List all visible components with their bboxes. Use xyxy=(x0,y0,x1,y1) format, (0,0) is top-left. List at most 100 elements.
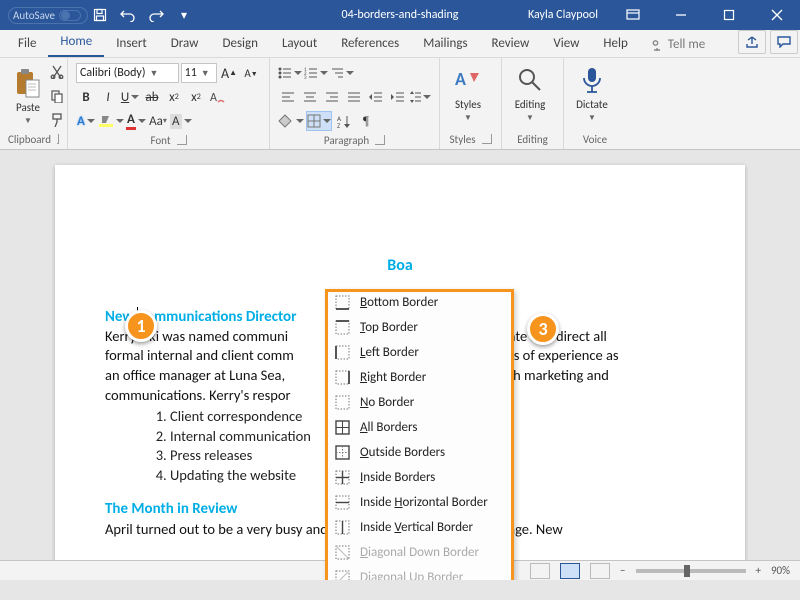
menu-item-no[interactable]: No Border xyxy=(326,390,513,415)
view-read-icon[interactable] xyxy=(530,563,550,579)
editing-button[interactable]: Editing▼ xyxy=(510,62,550,125)
zoom-out-icon[interactable]: − xyxy=(620,564,625,577)
view-web-icon[interactable] xyxy=(590,563,610,579)
numbering-icon[interactable]: 123 xyxy=(304,63,328,83)
zoom-level[interactable]: 90% xyxy=(771,564,790,577)
tab-file[interactable]: File xyxy=(6,31,48,57)
undo-icon[interactable] xyxy=(119,6,137,24)
border-icon-inside xyxy=(334,470,350,486)
comments-button[interactable] xyxy=(770,30,798,54)
align-right-icon[interactable] xyxy=(322,87,342,107)
styles-launcher-icon[interactable] xyxy=(482,134,492,144)
view-print-icon[interactable] xyxy=(560,563,580,579)
tab-home[interactable]: Home xyxy=(48,29,104,57)
borders-button[interactable] xyxy=(306,111,332,131)
tell-me-search[interactable]: Tell me xyxy=(640,32,715,57)
italic-icon[interactable]: I xyxy=(98,87,118,107)
line-spacing-icon[interactable] xyxy=(410,87,431,107)
font-size-select[interactable]: 11▼ xyxy=(181,63,217,83)
menu-item-bottom[interactable]: Bottom Border xyxy=(326,290,513,315)
zoom-slider[interactable] xyxy=(636,569,746,573)
border-icon-dup xyxy=(334,570,350,581)
dictate-button[interactable]: Dictate▼ xyxy=(572,62,612,125)
redo-icon[interactable] xyxy=(147,6,165,24)
justify-icon[interactable] xyxy=(344,87,364,107)
group-font: Calibri (Body)▼ 11▼ A▲ A▼ B I U ab x2 x2… xyxy=(68,58,270,149)
multilevel-list-icon[interactable] xyxy=(330,63,354,83)
show-marks-icon[interactable]: ¶ xyxy=(356,111,376,131)
align-left-icon[interactable] xyxy=(278,87,298,107)
menu-item-inside[interactable]: Inside Borders xyxy=(326,465,513,490)
tab-layout[interactable]: Layout xyxy=(270,31,329,57)
menu-item-top[interactable]: Top Border xyxy=(326,315,513,340)
zoom-in-icon[interactable]: + xyxy=(756,564,761,577)
callout-1: 1 xyxy=(125,310,157,342)
menu-item-right[interactable]: Right Border xyxy=(326,365,513,390)
border-icon-top xyxy=(334,320,350,336)
shading-icon[interactable] xyxy=(278,111,304,131)
clipboard-launcher-icon[interactable] xyxy=(57,134,59,144)
decrease-indent-icon[interactable] xyxy=(366,87,386,107)
font-launcher-icon[interactable] xyxy=(177,135,187,145)
tab-design[interactable]: Design xyxy=(210,31,269,57)
shrink-font-icon[interactable]: A▼ xyxy=(241,63,261,83)
account-name[interactable]: Kayla Claypool xyxy=(528,8,598,22)
tab-help[interactable]: Help xyxy=(591,31,639,57)
menu-item-ddown: Diagonal Down Border xyxy=(326,540,513,565)
svg-text:A: A xyxy=(210,91,217,104)
ribbon: Paste ▼ Clipboard Calibri (Body)▼ 11▼ A▲… xyxy=(0,58,800,150)
tab-mailings[interactable]: Mailings xyxy=(411,31,479,57)
styles-button[interactable]: A Styles▼ xyxy=(448,62,488,125)
ribbon-tabs: File Home Insert Draw Design Layout Refe… xyxy=(0,30,800,58)
group-styles: A Styles▼ Styles xyxy=(440,58,502,149)
change-case-icon[interactable]: Aa▾ xyxy=(148,111,168,131)
autosave-toggle[interactable]: AutoSave xyxy=(8,7,88,24)
paragraph-launcher-icon[interactable] xyxy=(375,135,385,145)
clear-formatting-icon[interactable]: A xyxy=(208,87,228,107)
document-area[interactable]: Boa New Communications Director Kerry Ok… xyxy=(0,150,800,580)
char-shading-icon[interactable]: A xyxy=(170,111,192,131)
bullets-icon[interactable] xyxy=(278,63,302,83)
border-icon-all xyxy=(334,420,350,436)
close-icon[interactable] xyxy=(754,0,800,30)
minimize-icon[interactable] xyxy=(658,0,704,30)
callout-3: 3 xyxy=(527,313,559,345)
font-name-select[interactable]: Calibri (Body)▼ xyxy=(76,63,179,83)
tab-view[interactable]: View xyxy=(541,31,591,57)
increase-indent-icon[interactable] xyxy=(388,87,408,107)
share-button[interactable] xyxy=(738,30,766,54)
cut-icon[interactable] xyxy=(47,62,67,82)
menu-item-all[interactable]: All Borders xyxy=(326,415,513,440)
format-painter-icon[interactable] xyxy=(47,110,67,130)
menu-item-outside[interactable]: Outside Borders xyxy=(326,440,513,465)
border-icon-right xyxy=(334,370,350,386)
maximize-icon[interactable] xyxy=(706,0,752,30)
tab-references[interactable]: References xyxy=(329,31,411,57)
align-center-icon[interactable] xyxy=(300,87,320,107)
tab-insert[interactable]: Insert xyxy=(104,31,159,57)
tab-review[interactable]: Review xyxy=(480,31,542,57)
text-effects-icon[interactable]: A xyxy=(76,111,96,131)
border-icon-bottom xyxy=(334,295,350,311)
save-icon[interactable] xyxy=(91,6,109,24)
underline-icon[interactable]: U xyxy=(120,87,140,107)
tab-draw[interactable]: Draw xyxy=(159,31,211,57)
qat-customize-icon[interactable]: ▾ xyxy=(175,6,193,24)
grow-font-icon[interactable]: A▲ xyxy=(219,63,239,83)
group-paragraph: 123 AZ ¶ Paragraph xyxy=(270,58,440,149)
highlight-icon[interactable] xyxy=(98,111,124,131)
group-voice: Dictate▼ Voice xyxy=(564,58,626,149)
ribbon-display-icon[interactable] xyxy=(610,0,656,30)
strikethrough-icon[interactable]: ab xyxy=(142,87,162,107)
group-editing: Editing▼ Editing xyxy=(502,58,564,149)
menu-item-ivert[interactable]: Inside Vertical Border xyxy=(326,515,513,540)
copy-icon[interactable] xyxy=(47,86,67,106)
menu-item-ihoriz[interactable]: Inside Horizontal Border xyxy=(326,490,513,515)
subscript-icon[interactable]: x2 xyxy=(164,87,184,107)
paste-button[interactable]: Paste ▼ xyxy=(8,65,48,128)
font-color-icon[interactable]: A xyxy=(126,111,146,131)
superscript-icon[interactable]: x2 xyxy=(186,87,206,107)
menu-item-left[interactable]: Left Border xyxy=(326,340,513,365)
sort-icon[interactable]: AZ xyxy=(334,111,354,131)
bold-icon[interactable]: B xyxy=(76,87,96,107)
